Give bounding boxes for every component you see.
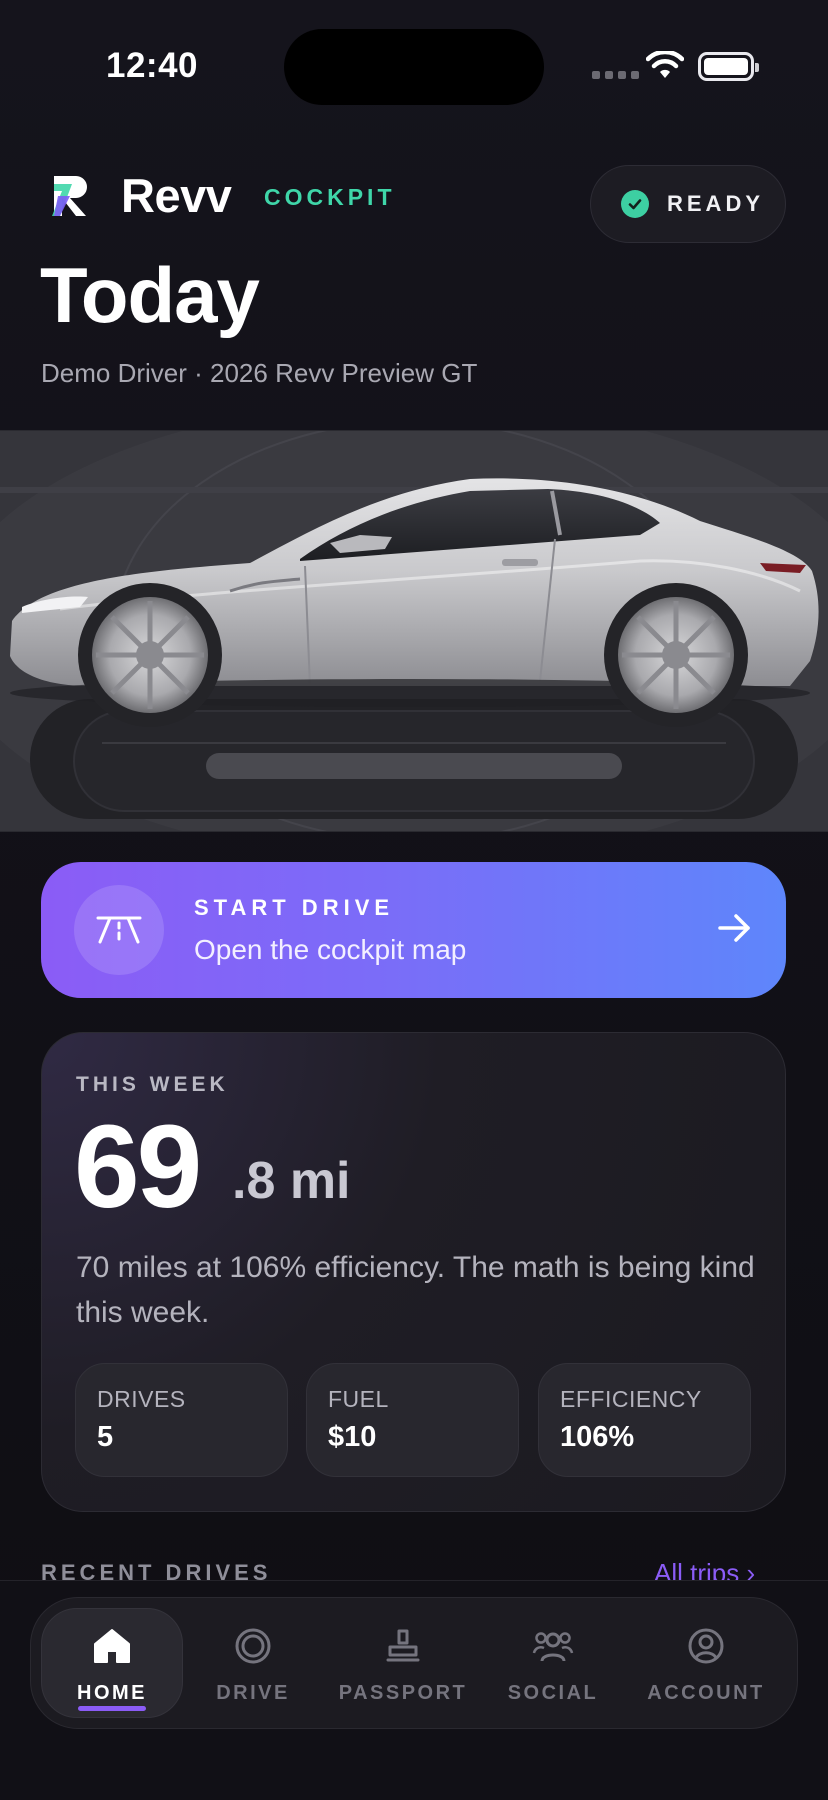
stat-efficiency: EFFICIENCY 106% [538,1363,751,1477]
start-drive-title: START DRIVE [194,895,395,920]
stat-drives: DRIVES 5 [75,1363,288,1477]
this-week-label: THIS WEEK [76,1073,229,1096]
tab-account[interactable]: ACCOUNT [623,1598,789,1730]
tab-home[interactable]: HOME [41,1598,183,1730]
road-icon [74,885,164,975]
tab-drive[interactable]: DRIVE [183,1598,323,1730]
weekly-miles-value: 69 [74,1101,202,1233]
this-week-card: THIS WEEK 69 .8 mi 70 miles at 106% effi… [41,1032,786,1512]
brand-name: Revv [121,169,232,222]
stat-label: DRIVES [97,1386,186,1412]
tab-passport[interactable]: PASSPORT [323,1598,483,1730]
home-icon [93,1626,131,1666]
tab-label: DRIVE [216,1682,290,1704]
ready-status-badge[interactable]: READY [590,165,786,243]
stat-label: EFFICIENCY [560,1386,702,1412]
cellular-signal-icon [592,71,639,79]
tab-bar: HOME DRIVE PASSPORT SOCIAL ACCOUNT [30,1597,798,1729]
tab-label: ACCOUNT [647,1682,765,1704]
wifi-icon [646,51,684,78]
tab-label: SOCIAL [507,1682,599,1704]
weekly-summary: 70 miles at 106% efficiency. The math is… [76,1251,755,1329]
start-drive-button[interactable]: START DRIVE Open the cockpit map [41,862,786,998]
battery-icon [698,52,759,81]
arrow-right-icon [718,914,750,942]
tab-social[interactable]: SOCIAL [483,1598,623,1730]
home-screen: 12:40 Revv COCKPIT READY Today Demo Driv… [0,0,828,1800]
status-time: 12:40 [106,46,199,85]
page-title: Today [40,251,260,339]
brand-subtitle: COCKPIT [264,184,396,210]
ready-label: READY [667,191,765,216]
stat-label: FUEL [328,1386,389,1412]
check-circle-icon [621,190,649,218]
dynamic-island [284,29,544,105]
car-hero-image [0,430,828,832]
stat-value: 5 [97,1421,114,1453]
start-drive-subtitle: Open the cockpit map [194,934,467,965]
tab-label: HOME [77,1682,147,1704]
revv-logo-icon [52,176,87,216]
stat-value: 106% [560,1421,635,1453]
drive-ring-icon [234,1626,272,1666]
stat-value: $10 [328,1421,377,1453]
people-icon [532,1626,574,1666]
page-subtitle: Demo Driver · 2026 Revv Preview GT [41,358,478,388]
account-icon [687,1626,725,1666]
stat-fuel: FUEL $10 [306,1363,519,1477]
active-tab-indicator [78,1706,146,1711]
weekly-miles-fraction: .8 mi [232,1152,351,1210]
tab-label: PASSPORT [338,1682,468,1704]
stamp-icon [384,1626,422,1666]
